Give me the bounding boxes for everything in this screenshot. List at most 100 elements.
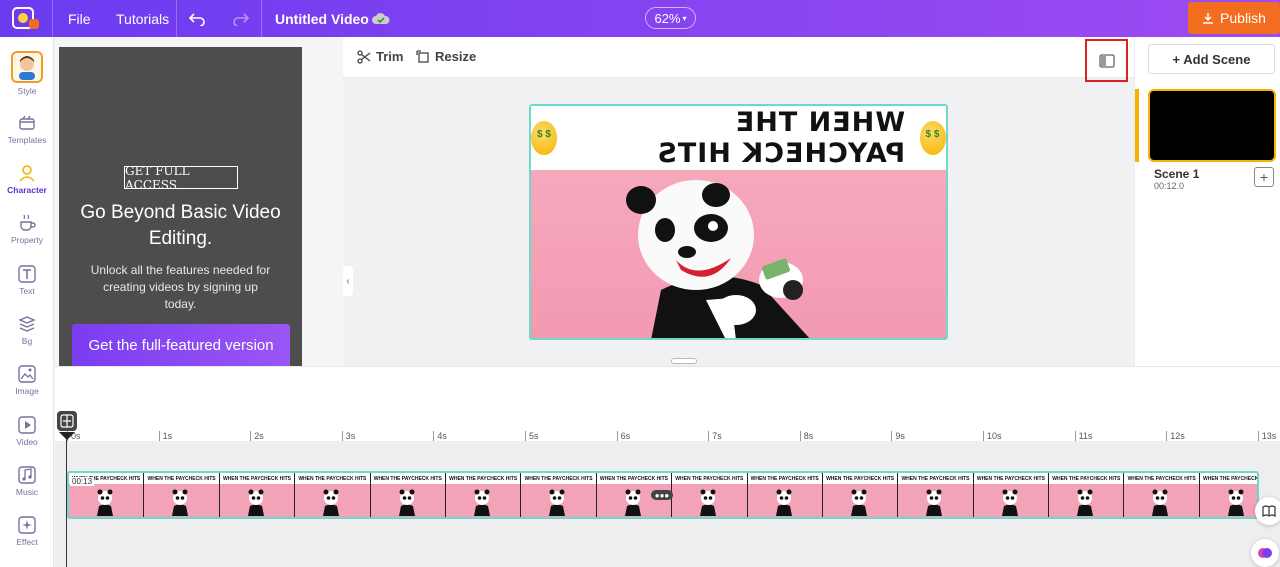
publish-label: Publish [1220,10,1266,26]
panda-figure-icon [1077,489,1094,516]
download-icon [1203,13,1214,24]
effect-icon [18,516,36,534]
publish-button[interactable]: Publish [1188,2,1280,34]
clip-frame-thumbnail: WHEN THE PAYCHECK HITS [898,473,974,517]
sidebar-item-label: Video [16,437,38,447]
sidebar-item-label: Text [19,286,35,296]
clip-frame-thumbnail: WHEN THE PAYCHECK HITS [219,473,296,517]
zoom-value: 62% [654,10,681,26]
zoom-dropdown[interactable]: 62% ▾ [645,7,696,29]
resize-button[interactable]: Resize [416,49,476,64]
sidebar-item-bg[interactable]: Bg [0,315,54,346]
sidebar-item-style[interactable]: Style [0,51,54,96]
canvas-resize-handle[interactable] [671,358,697,364]
panda-figure-icon [1001,489,1018,516]
clip-frame-thumbnail: WHEN THE PAYCHECK HITS [973,473,1050,517]
panda-figure-icon [247,489,264,516]
redo-icon[interactable] [233,0,249,37]
timeline-ruler[interactable]: 0s 1s 2s 3s 4s 5s 6s 7s 8s 9s 10s 11s 12s 13s [55,431,1280,443]
top-bar: File Tutorials Untitled Video 62% ▾ Publi… [0,0,1280,37]
sidebar-item-character[interactable]: Character [0,164,54,195]
clip-frame-thumbnail: WHEN THE PAYCHECK HITS [1049,473,1125,517]
frame-caption: WHEN THE PAYCHECK HITS [672,473,747,484]
app-logo[interactable] [12,5,40,31]
panda-figure-icon [398,489,415,516]
clip-frame-thumbnail: WHEN THE PAYCHECK HITS [747,473,823,517]
divider [261,0,262,37]
scissors-icon [357,49,371,64]
video-icon [18,416,36,434]
timeline-tick: 4s [433,431,447,441]
timeline-tick: 9s [891,431,905,441]
frame-caption: WHEN THE PAYCHECK HITS [747,473,822,484]
clip-frame-thumbnail: WHEN THE PAYCHECK HITS [370,473,446,517]
timeline-tick: 7s [708,431,722,441]
brain-ai-icon[interactable] [1251,539,1279,567]
panda-figure-icon [172,489,189,516]
plus-icon: + [1259,169,1269,185]
clip-frame-thumbnail: WHEN THE PAYCHECK HITS [445,473,522,517]
scene-name: Scene 1 [1154,167,1200,181]
chevron-down-icon: ▾ [682,13,687,23]
add-scene-after-button[interactable]: + [1254,167,1274,187]
clip-frame-thumbnail: WHEN THE PAYCHECK HITS [521,473,597,517]
panel-toggle-button[interactable] [1085,39,1128,82]
text-icon [18,265,36,283]
timeline-tick: 2s [250,431,264,441]
get-full-version-button[interactable]: Get the full-featured version [72,324,290,366]
clip-frame-thumbnail: WHEN THE PAYCHECK HITS [1199,473,1257,517]
clip-frame-thumbnail: WHEN THE PAYCHECK HITS [672,473,748,517]
upgrade-promo-panel: GET FULL ACCESS Go Beyond Basic Video Ed… [59,47,302,366]
panda-figure-icon [473,489,490,516]
tutorials-menu[interactable]: Tutorials [116,0,169,37]
project-title[interactable]: Untitled Video [275,0,369,37]
video-banner-text: WHEN THE PAYCHECK HITS [656,107,906,169]
timeline-tick: 8s [799,431,813,441]
panda-figure-icon [1152,489,1169,516]
scenes-panel: + Add Scene Scene 1 00:12.0 + [1134,37,1280,366]
money-face-emoji-icon [919,121,946,155]
sidebar-panel-icon [1098,53,1115,68]
add-scene-button[interactable]: + Add Scene [1148,44,1275,74]
canvas-toolbar: Trim Resize [343,37,1134,82]
book-icon[interactable] [1255,497,1280,525]
resize-label: Resize [435,49,477,64]
file-menu[interactable]: File [68,0,91,37]
panda-figure-icon [1227,489,1244,516]
timeline-tick: 12s [1166,431,1185,441]
active-scene-indicator [1135,89,1139,162]
sidebar-item-text[interactable]: Text [0,265,54,296]
timeline-tick: 10s [983,431,1002,441]
resize-icon [416,49,429,63]
split-icon [60,414,74,428]
cloud-save-icon [372,0,390,37]
sidebar-item-video[interactable]: Video [0,416,54,447]
sidebar-item-label: Character [7,185,47,195]
promo-subtext: Unlock all the features needed for creat… [90,263,271,311]
scene-duration: 00:12.0 [1154,181,1185,191]
trim-button[interactable]: Trim [357,49,403,64]
frame-caption: WHEN THE PAYCHECK HITS [144,473,219,484]
frame-caption: WHEN THE PAYCHECK HITS [596,473,672,484]
video-preview[interactable]: WHEN THE PAYCHECK HITS [529,104,948,340]
playhead-handle[interactable] [57,411,77,431]
clip-time-label: 00:13 [70,477,95,486]
video-banner: WHEN THE PAYCHECK HITS [531,106,946,170]
sidebar-item-label: Templates [7,135,47,145]
sidebar-item-property[interactable]: Property [0,214,54,245]
undo-icon[interactable] [189,0,205,37]
scene-thumbnail[interactable] [1148,89,1276,162]
sidebar-item-music[interactable]: Music [0,466,54,497]
sidebar-item-templates[interactable]: Templates [0,114,54,145]
playhead-marker [59,432,75,440]
panda-figure-icon [323,489,340,516]
panda-figure-icon [775,489,792,516]
timeline-tick: 13s [1257,431,1276,441]
timeline-tick: 6s [616,431,630,441]
clip-options-icon[interactable]: ●●● [651,490,673,500]
sidebar-item-effect[interactable]: Effect [0,516,54,547]
sidebar-item-label: Music [15,487,39,497]
sidebar-item-image[interactable]: Image [0,365,54,396]
timeline-tick: 3s [341,431,355,441]
collapse-panel-tab[interactable]: ‹ [343,266,353,296]
